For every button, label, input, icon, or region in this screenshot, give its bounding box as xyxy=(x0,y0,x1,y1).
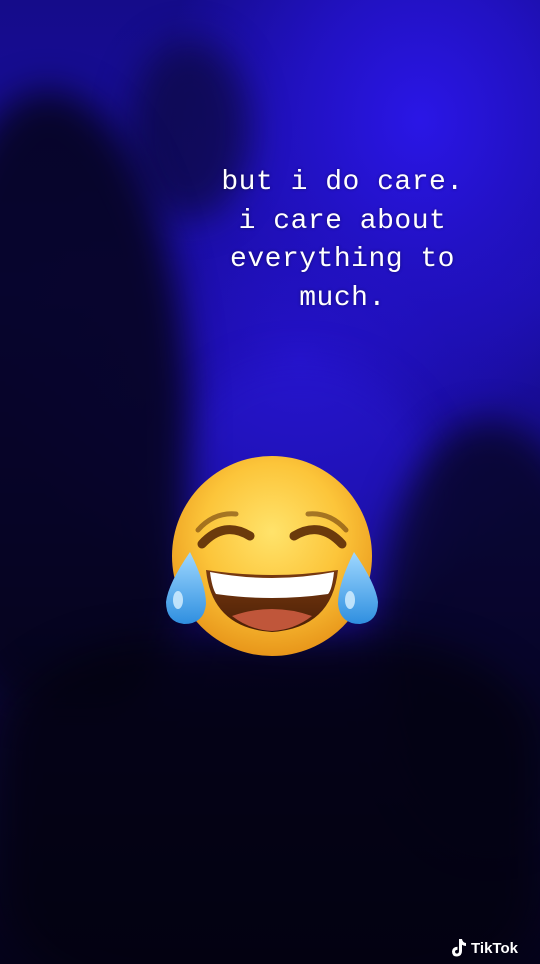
tiktok-logo-icon xyxy=(452,939,467,957)
tiktok-wordmark: TikTok xyxy=(471,939,518,957)
caption-line-3: everything to xyxy=(230,244,455,275)
video-frame[interactable]: but i do care. i care about everything t… xyxy=(0,0,540,964)
caption-line-2: i care about xyxy=(238,205,447,237)
background-shadow-bottom xyxy=(0,640,540,964)
caption-line-4: much. xyxy=(299,282,386,314)
face-with-tears-of-joy-icon xyxy=(166,456,378,656)
tiktok-watermark: TikTok xyxy=(450,938,518,958)
caption-line-1: but i do care. xyxy=(221,167,464,198)
video-caption: but i do care. i care about everything t… xyxy=(200,164,485,318)
